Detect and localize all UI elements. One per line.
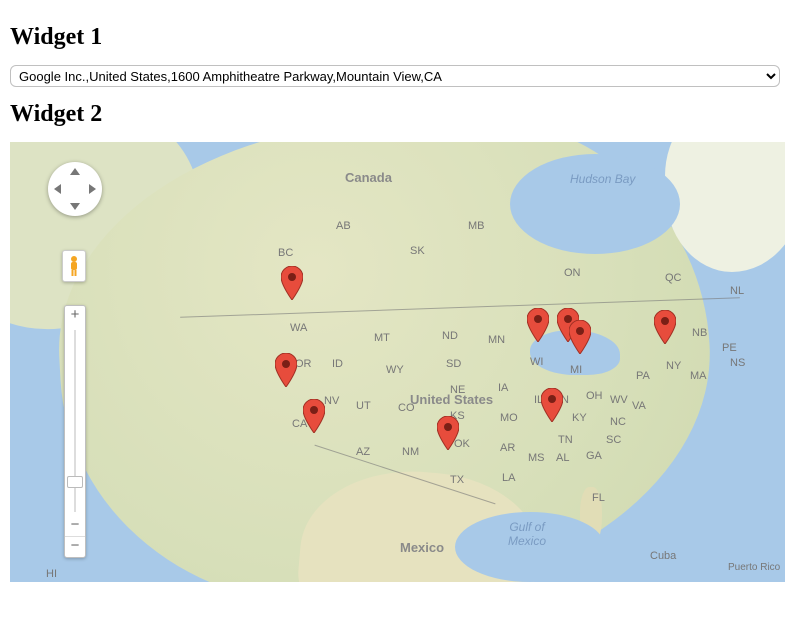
label-mn: MN — [488, 334, 505, 346]
widget2-title: Widget 2 — [10, 101, 785, 128]
label-va: VA — [632, 400, 646, 412]
widget1-title: Widget 1 — [10, 24, 785, 51]
label-nb: NB — [692, 327, 707, 339]
label-sc: SC — [606, 434, 621, 446]
label-az: AZ — [356, 446, 370, 458]
label-bc: BC — [278, 247, 293, 259]
map-marker-ca-s[interactable] — [303, 399, 325, 433]
label-nc: NC — [610, 416, 626, 428]
label-ky: KY — [572, 412, 587, 424]
zoom-control[interactable]: + − − — [64, 305, 86, 558]
map-marker-tx[interactable] — [437, 416, 459, 450]
label-ga: GA — [586, 450, 602, 462]
label-hi: HI — [46, 568, 57, 580]
map-marker-wi[interactable] — [527, 308, 549, 342]
label-nm: NM — [402, 446, 419, 458]
label-hudson-bay: Hudson Bay — [570, 172, 635, 186]
pan-right-icon[interactable] — [89, 184, 96, 194]
zoom-out-button[interactable]: − — [65, 516, 85, 536]
zoom-in-button[interactable]: + — [65, 306, 85, 326]
label-ns: NS — [730, 357, 745, 369]
label-wa: WA — [290, 322, 307, 334]
label-wi: WI — [530, 356, 543, 368]
map-marker-mi-e[interactable] — [569, 320, 591, 354]
label-oh: OH — [586, 390, 603, 402]
label-ab: AB — [336, 220, 351, 232]
map[interactable]: Canada United States Mexico Cuba Puerto … — [10, 142, 785, 582]
label-mt: MT — [374, 332, 390, 344]
label-ms: MS — [528, 452, 545, 464]
pan-up-icon[interactable] — [70, 168, 80, 175]
zoom-reset-button[interactable]: − — [65, 536, 85, 557]
label-tn: TN — [558, 434, 573, 446]
map-marker-wa[interactable] — [281, 266, 303, 300]
address-select-wrap: Google Inc.,United States,1600 Amphithea… — [10, 65, 785, 87]
label-mi: MI — [570, 364, 582, 376]
address-select[interactable]: Google Inc.,United States,1600 Amphithea… — [10, 65, 780, 87]
pegman-icon — [67, 255, 81, 277]
zoom-slider-track[interactable] — [65, 326, 85, 516]
pan-left-icon[interactable] — [54, 184, 61, 194]
pan-control[interactable] — [48, 162, 102, 216]
label-tx: TX — [450, 474, 464, 486]
label-ia: IA — [498, 382, 508, 394]
label-nv: NV — [324, 395, 339, 407]
label-puerto-rico: Puerto Rico — [728, 562, 780, 573]
label-qc: QC — [665, 272, 682, 284]
label-ut: UT — [356, 400, 371, 412]
label-wy: WY — [386, 364, 404, 376]
label-sd: SD — [446, 358, 461, 370]
label-mo: MO — [500, 412, 518, 424]
label-la: LA — [502, 472, 515, 484]
pan-down-icon[interactable] — [70, 203, 80, 210]
pegman-control[interactable] — [62, 250, 86, 282]
map-marker-ca-n[interactable] — [275, 353, 297, 387]
label-al: AL — [556, 452, 569, 464]
label-ma: MA — [690, 370, 707, 382]
label-or: OR — [295, 358, 312, 370]
label-cuba: Cuba — [650, 550, 676, 562]
map-marker-ny[interactable] — [654, 310, 676, 344]
label-mb: MB — [468, 220, 485, 232]
label-gulf: Gulf of Mexico — [508, 520, 546, 548]
label-on: ON — [564, 267, 581, 279]
label-sk: SK — [410, 245, 425, 257]
label-ar: AR — [500, 442, 515, 454]
map-marker-tn[interactable] — [541, 388, 563, 422]
label-mexico: Mexico — [400, 540, 444, 555]
label-nd: ND — [442, 330, 458, 342]
label-ne: NE — [450, 384, 465, 396]
label-co: CO — [398, 402, 415, 414]
label-id: ID — [332, 358, 343, 370]
label-wv: WV — [610, 394, 628, 406]
water-hudson-bay — [510, 154, 680, 254]
label-pe: PE — [722, 342, 737, 354]
label-nl: NL — [730, 285, 744, 297]
label-canada: Canada — [345, 170, 392, 185]
label-pa: PA — [636, 370, 650, 382]
label-fl: FL — [592, 492, 605, 504]
label-ny: NY — [666, 360, 681, 372]
zoom-slider-handle[interactable] — [67, 476, 83, 488]
